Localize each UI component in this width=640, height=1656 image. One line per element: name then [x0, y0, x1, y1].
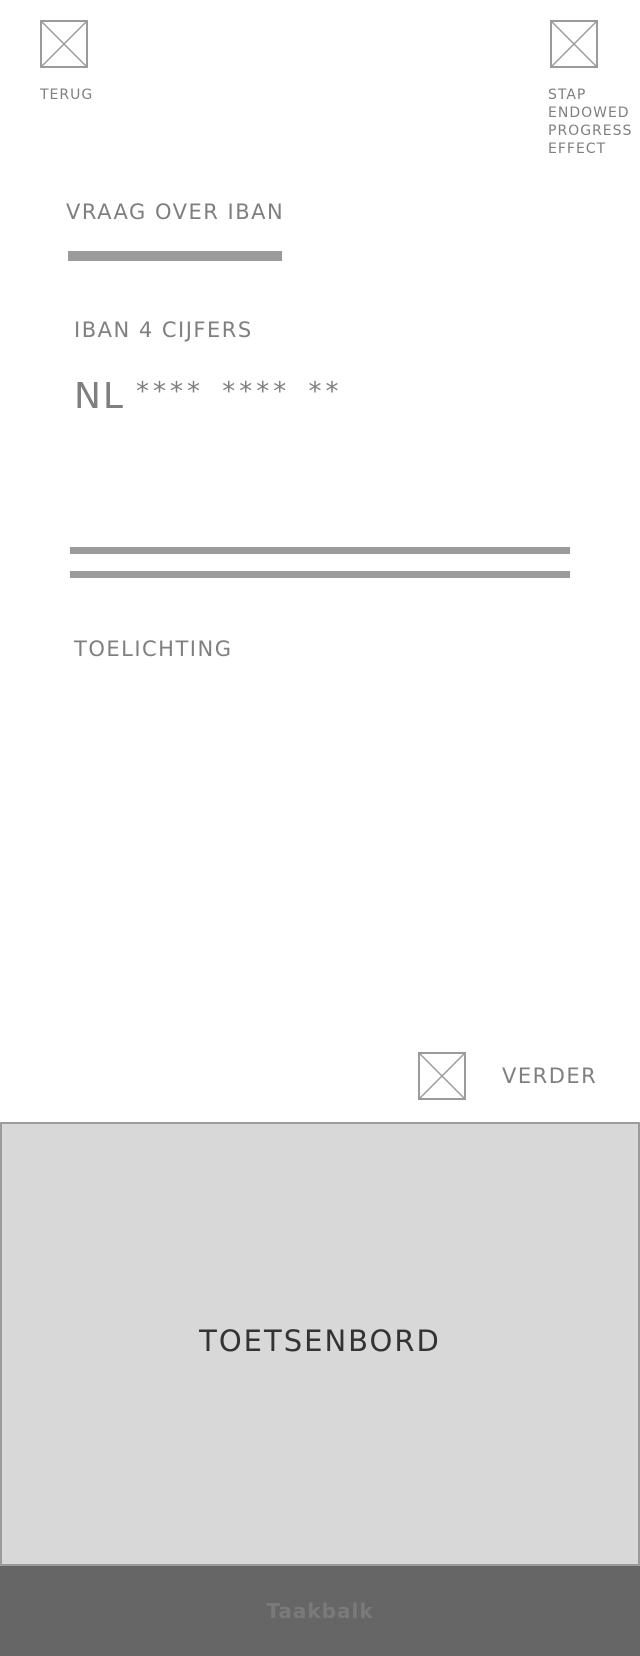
iban-country-prefix: NL	[74, 376, 125, 417]
back-icon[interactable]	[40, 20, 88, 68]
keyboard-label: TOETSENBORD	[199, 1324, 441, 1358]
next-button-label[interactable]: VERDER	[502, 1064, 597, 1088]
iban-field-label: IBAN 4 CIJFERS	[74, 318, 253, 342]
taskbar: Taakbalk	[0, 1566, 640, 1656]
progress-bar-fill	[68, 251, 282, 261]
divider	[70, 547, 570, 554]
taskbar-label: Taakbalk	[266, 1599, 374, 1623]
keyboard-area[interactable]: TOETSENBORD	[0, 1122, 640, 1566]
iban-masked-input[interactable]: **** **** **	[136, 377, 343, 407]
step-icon	[550, 20, 598, 68]
divider	[70, 571, 570, 578]
progress-bar	[68, 251, 418, 261]
explanation-label: TOELICHTING	[74, 637, 233, 661]
step-label: STAP ENDOWED PROGRESS EFFECT	[548, 87, 633, 157]
back-label[interactable]: TERUG	[40, 86, 93, 104]
question-title: VRAAG OVER IBAN	[66, 200, 285, 224]
iban-question-screen: TERUG STAP ENDOWED PROGRESS EFFECT VRAAG…	[0, 0, 640, 1656]
next-icon[interactable]	[418, 1052, 466, 1100]
